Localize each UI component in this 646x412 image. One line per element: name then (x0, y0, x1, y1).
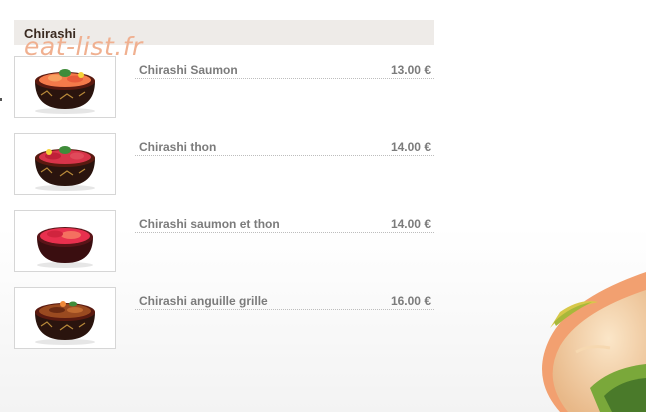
item-name: Chirashi Saumon (139, 63, 238, 77)
item-name: Chirashi anguille grille (139, 294, 268, 308)
menu-item-chirashi-saumon-et-thon[interactable]: Chirashi saumon et thon 14.00 € (14, 210, 434, 272)
dotted-divider (135, 309, 434, 310)
chirashi-salmon-bowl-icon[interactable] (14, 56, 116, 118)
item-price: 13.00 € (390, 63, 431, 77)
item-price: 14.00 € (390, 217, 431, 231)
menu-item-chirashi-anguille-grille[interactable]: Chirashi anguille grille 16.00 € (14, 287, 434, 349)
sushi-roll-decoration-icon (520, 268, 646, 412)
item-price: 16.00 € (390, 294, 431, 308)
item-name: Chirashi thon (139, 140, 217, 154)
chirashi-eel-bowl-icon[interactable] (14, 287, 116, 349)
menu-item-chirashi-saumon[interactable]: Chirashi Saumon 13.00 € (14, 56, 434, 118)
chirashi-salmon-tuna-bowl-icon[interactable] (14, 210, 116, 272)
dotted-divider (135, 232, 434, 233)
chirashi-tuna-bowl-icon[interactable] (14, 133, 116, 195)
menu-item-chirashi-thon[interactable]: Chirashi thon 14.00 € (14, 133, 434, 195)
item-name: Chirashi saumon et thon (139, 217, 280, 231)
dotted-divider (135, 78, 434, 79)
item-price: 14.00 € (390, 140, 431, 154)
side-mark (0, 98, 2, 101)
dotted-divider (135, 155, 434, 156)
